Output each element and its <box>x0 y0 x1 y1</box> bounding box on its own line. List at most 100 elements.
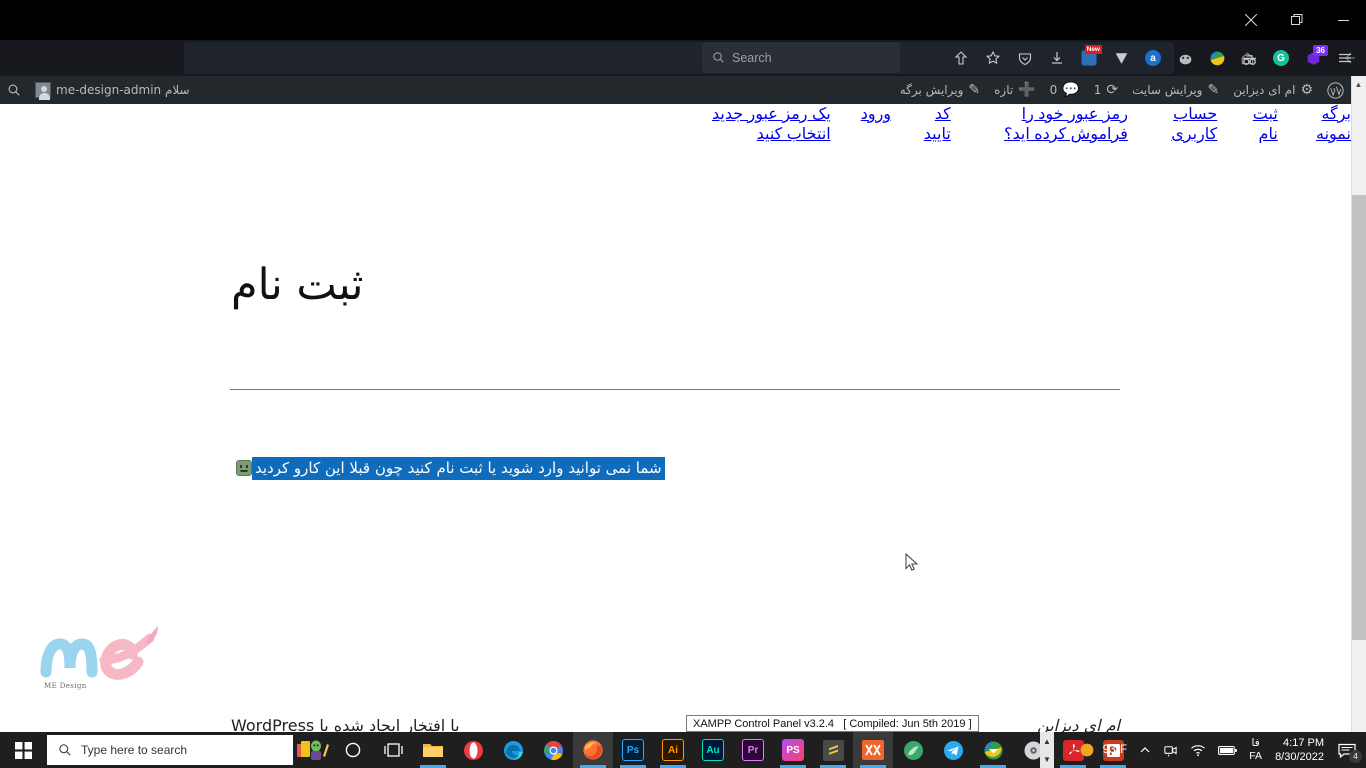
incognito-proxy-icon[interactable] <box>1234 43 1264 73</box>
adblock-icon[interactable]: a <box>1138 43 1168 73</box>
photoshop-icon[interactable]: Ps <box>613 732 653 768</box>
tooltip-scroll-arrows[interactable]: ▲ ▼ <box>1040 732 1054 768</box>
wp-admin-bar: ⚙ ام ای دیزاین ✎ ویرایش سایت ⟳ 1 💬 0 ➕ ت… <box>0 76 1351 104</box>
grammarly-icon[interactable]: G <box>1266 43 1296 73</box>
nav-login[interactable]: ورود <box>861 104 891 144</box>
search-icon <box>59 744 71 756</box>
windows-start-icon[interactable] <box>0 732 46 768</box>
nav-register[interactable]: ثبت نام <box>1247 104 1278 144</box>
page-content: برگه نمونه ثبت نام حساب کاربری رمز عبور … <box>0 104 1351 744</box>
notice-message: شما نمی توانید وارد شوید یا ثبت نام کنید… <box>0 457 1351 480</box>
snipping-extension-icon[interactable]: New <box>1074 43 1104 73</box>
idm-icon[interactable] <box>973 732 1013 768</box>
scroll-up-arrow-icon[interactable]: ▲ <box>1351 76 1366 93</box>
battery-icon[interactable] <box>1212 732 1244 768</box>
shield-save-icon[interactable] <box>1010 43 1040 73</box>
search-icon <box>713 52 724 63</box>
nav-forgot-password[interactable]: رمز عبور خود را فراموش کرده اید؟ <box>981 104 1128 144</box>
language-code-label: FA <box>1249 750 1263 762</box>
my-account-item[interactable]: سلام me-design-admin <box>28 76 197 104</box>
nav-confirm-code[interactable]: کد تایید <box>921 104 951 144</box>
language-indicator[interactable]: فا FA <box>1244 732 1267 768</box>
violentmonkey-icon[interactable]: 36 <box>1298 43 1328 73</box>
refresh-icon: ⟳ <box>1106 82 1119 98</box>
avatar <box>35 82 51 100</box>
windows-taskbar: Type here to search Ps Ai Au Pr PS 93°F … <box>0 732 1366 768</box>
premiere-icon[interactable]: Pr <box>733 732 773 768</box>
nav-choose-new-password[interactable]: یک رمز عبور جدید انتخاب کنید <box>707 104 831 144</box>
illustrator-icon[interactable]: Ai <box>653 732 693 768</box>
system-tray: 93°F فا FA 4:17 PM 8/30/2022 4 <box>1073 732 1366 768</box>
privacy-badger-icon[interactable] <box>1170 43 1200 73</box>
xampp-icon[interactable] <box>853 732 893 768</box>
notification-count-badge: 4 <box>1349 750 1362 763</box>
pocket-save-icon[interactable] <box>946 43 976 73</box>
bookmark-star-icon[interactable] <box>978 43 1008 73</box>
customize-item[interactable]: ✎ ویرایش سایت <box>1125 76 1226 104</box>
edit-page-item[interactable]: ✎ ویرایش برگه <box>893 76 987 104</box>
pin-icon: ✎ <box>1207 82 1220 98</box>
new-content-label: تازه <box>994 83 1014 97</box>
scrollbar-thumb[interactable] <box>1352 195 1366 640</box>
firefox-icon[interactable] <box>573 732 613 768</box>
taskbar-widget-icon[interactable] <box>293 732 333 768</box>
close-button[interactable] <box>1228 0 1274 40</box>
navicat-icon[interactable] <box>893 732 933 768</box>
search-icon <box>8 84 20 96</box>
search-bar[interactable]: Search <box>702 42 900 73</box>
browser-extensions: New a G 36 <box>946 42 1360 74</box>
nav-account[interactable]: حساب کاربری <box>1158 104 1217 144</box>
wifi-icon[interactable] <box>1184 732 1212 768</box>
file-explorer-icon[interactable] <box>413 732 453 768</box>
clock-widget[interactable]: 4:17 PM 8/30/2022 <box>1267 732 1332 768</box>
adblock-letter: a <box>1145 50 1161 66</box>
chevron-down-icon[interactable]: ▼ <box>1043 755 1051 764</box>
downloads-icon[interactable] <box>1042 43 1072 73</box>
chevron-up-icon[interactable]: ▲ <box>1043 737 1051 746</box>
telegram-icon[interactable] <box>933 732 973 768</box>
comments-item[interactable]: 💬 0 <box>1043 76 1087 104</box>
sun-icon <box>1080 743 1094 757</box>
opera-icon[interactable] <box>453 732 493 768</box>
sublime-text-icon[interactable] <box>813 732 853 768</box>
maximize-restore-button[interactable] <box>1274 0 1320 40</box>
account-greeting-label: سلام me-design-admin <box>56 83 190 97</box>
updates-count: 1 <box>1093 83 1102 97</box>
minimize-button[interactable] <box>1320 0 1366 40</box>
browser-titlebar <box>0 0 1366 40</box>
taskbar-search-input[interactable]: Type here to search <box>47 735 293 765</box>
palette-icon: ⚙ <box>1300 82 1313 98</box>
app-menu-icon[interactable] <box>1330 43 1360 73</box>
action-center-icon[interactable]: 4 <box>1332 732 1366 768</box>
updates-item[interactable]: ⟳ 1 <box>1087 76 1125 104</box>
search-placeholder: Search <box>732 50 772 65</box>
edit-page-label: ویرایش برگه <box>899 83 964 97</box>
page-scrollbar[interactable]: ▲ ▼ <box>1351 76 1366 744</box>
wordpress-logo-icon[interactable] <box>1320 76 1351 104</box>
cortana-icon[interactable] <box>333 732 373 768</box>
neutral-face-emoji <box>236 460 252 476</box>
audition-icon[interactable]: Au <box>693 732 733 768</box>
site-name-item[interactable]: ⚙ ام ای دیزاین <box>1226 76 1320 104</box>
video-downloader-icon[interactable] <box>1106 43 1136 73</box>
mouse-cursor <box>905 552 919 578</box>
phpstorm-icon[interactable]: PS <box>773 732 813 768</box>
taskbar-search-placeholder: Type here to search <box>81 743 188 757</box>
chevron-up-icon[interactable] <box>1133 732 1157 768</box>
edge-icon[interactable] <box>493 732 533 768</box>
idm-integration-icon[interactable] <box>1202 43 1232 73</box>
xampp-tooltip: XAMPP Control Panel v3.2.4 [ Compiled: J… <box>686 715 979 732</box>
site-logo[interactable] <box>38 624 168 686</box>
weather-widget[interactable]: 93°F <box>1073 732 1133 768</box>
comments-count: 0 <box>1049 83 1058 97</box>
customize-label: ویرایش سایت <box>1132 83 1203 97</box>
meet-now-camera-icon[interactable] <box>1157 732 1184 768</box>
admin-bar-right-group: ⚙ ام ای دیزاین ✎ ویرایش سایت ⟳ 1 💬 0 ➕ ت… <box>893 76 1351 104</box>
chrome-icon[interactable] <box>533 732 573 768</box>
pencil-icon: ✎ <box>968 82 981 98</box>
task-view-icon[interactable] <box>373 732 413 768</box>
taskbar-pinned-apps: Ps Ai Au Pr PS <box>293 732 1133 768</box>
nav-sample-page[interactable]: برگه نمونه <box>1308 104 1351 144</box>
new-content-item[interactable]: ➕ تازه <box>987 76 1043 104</box>
admin-bar-search-item[interactable] <box>0 76 28 104</box>
